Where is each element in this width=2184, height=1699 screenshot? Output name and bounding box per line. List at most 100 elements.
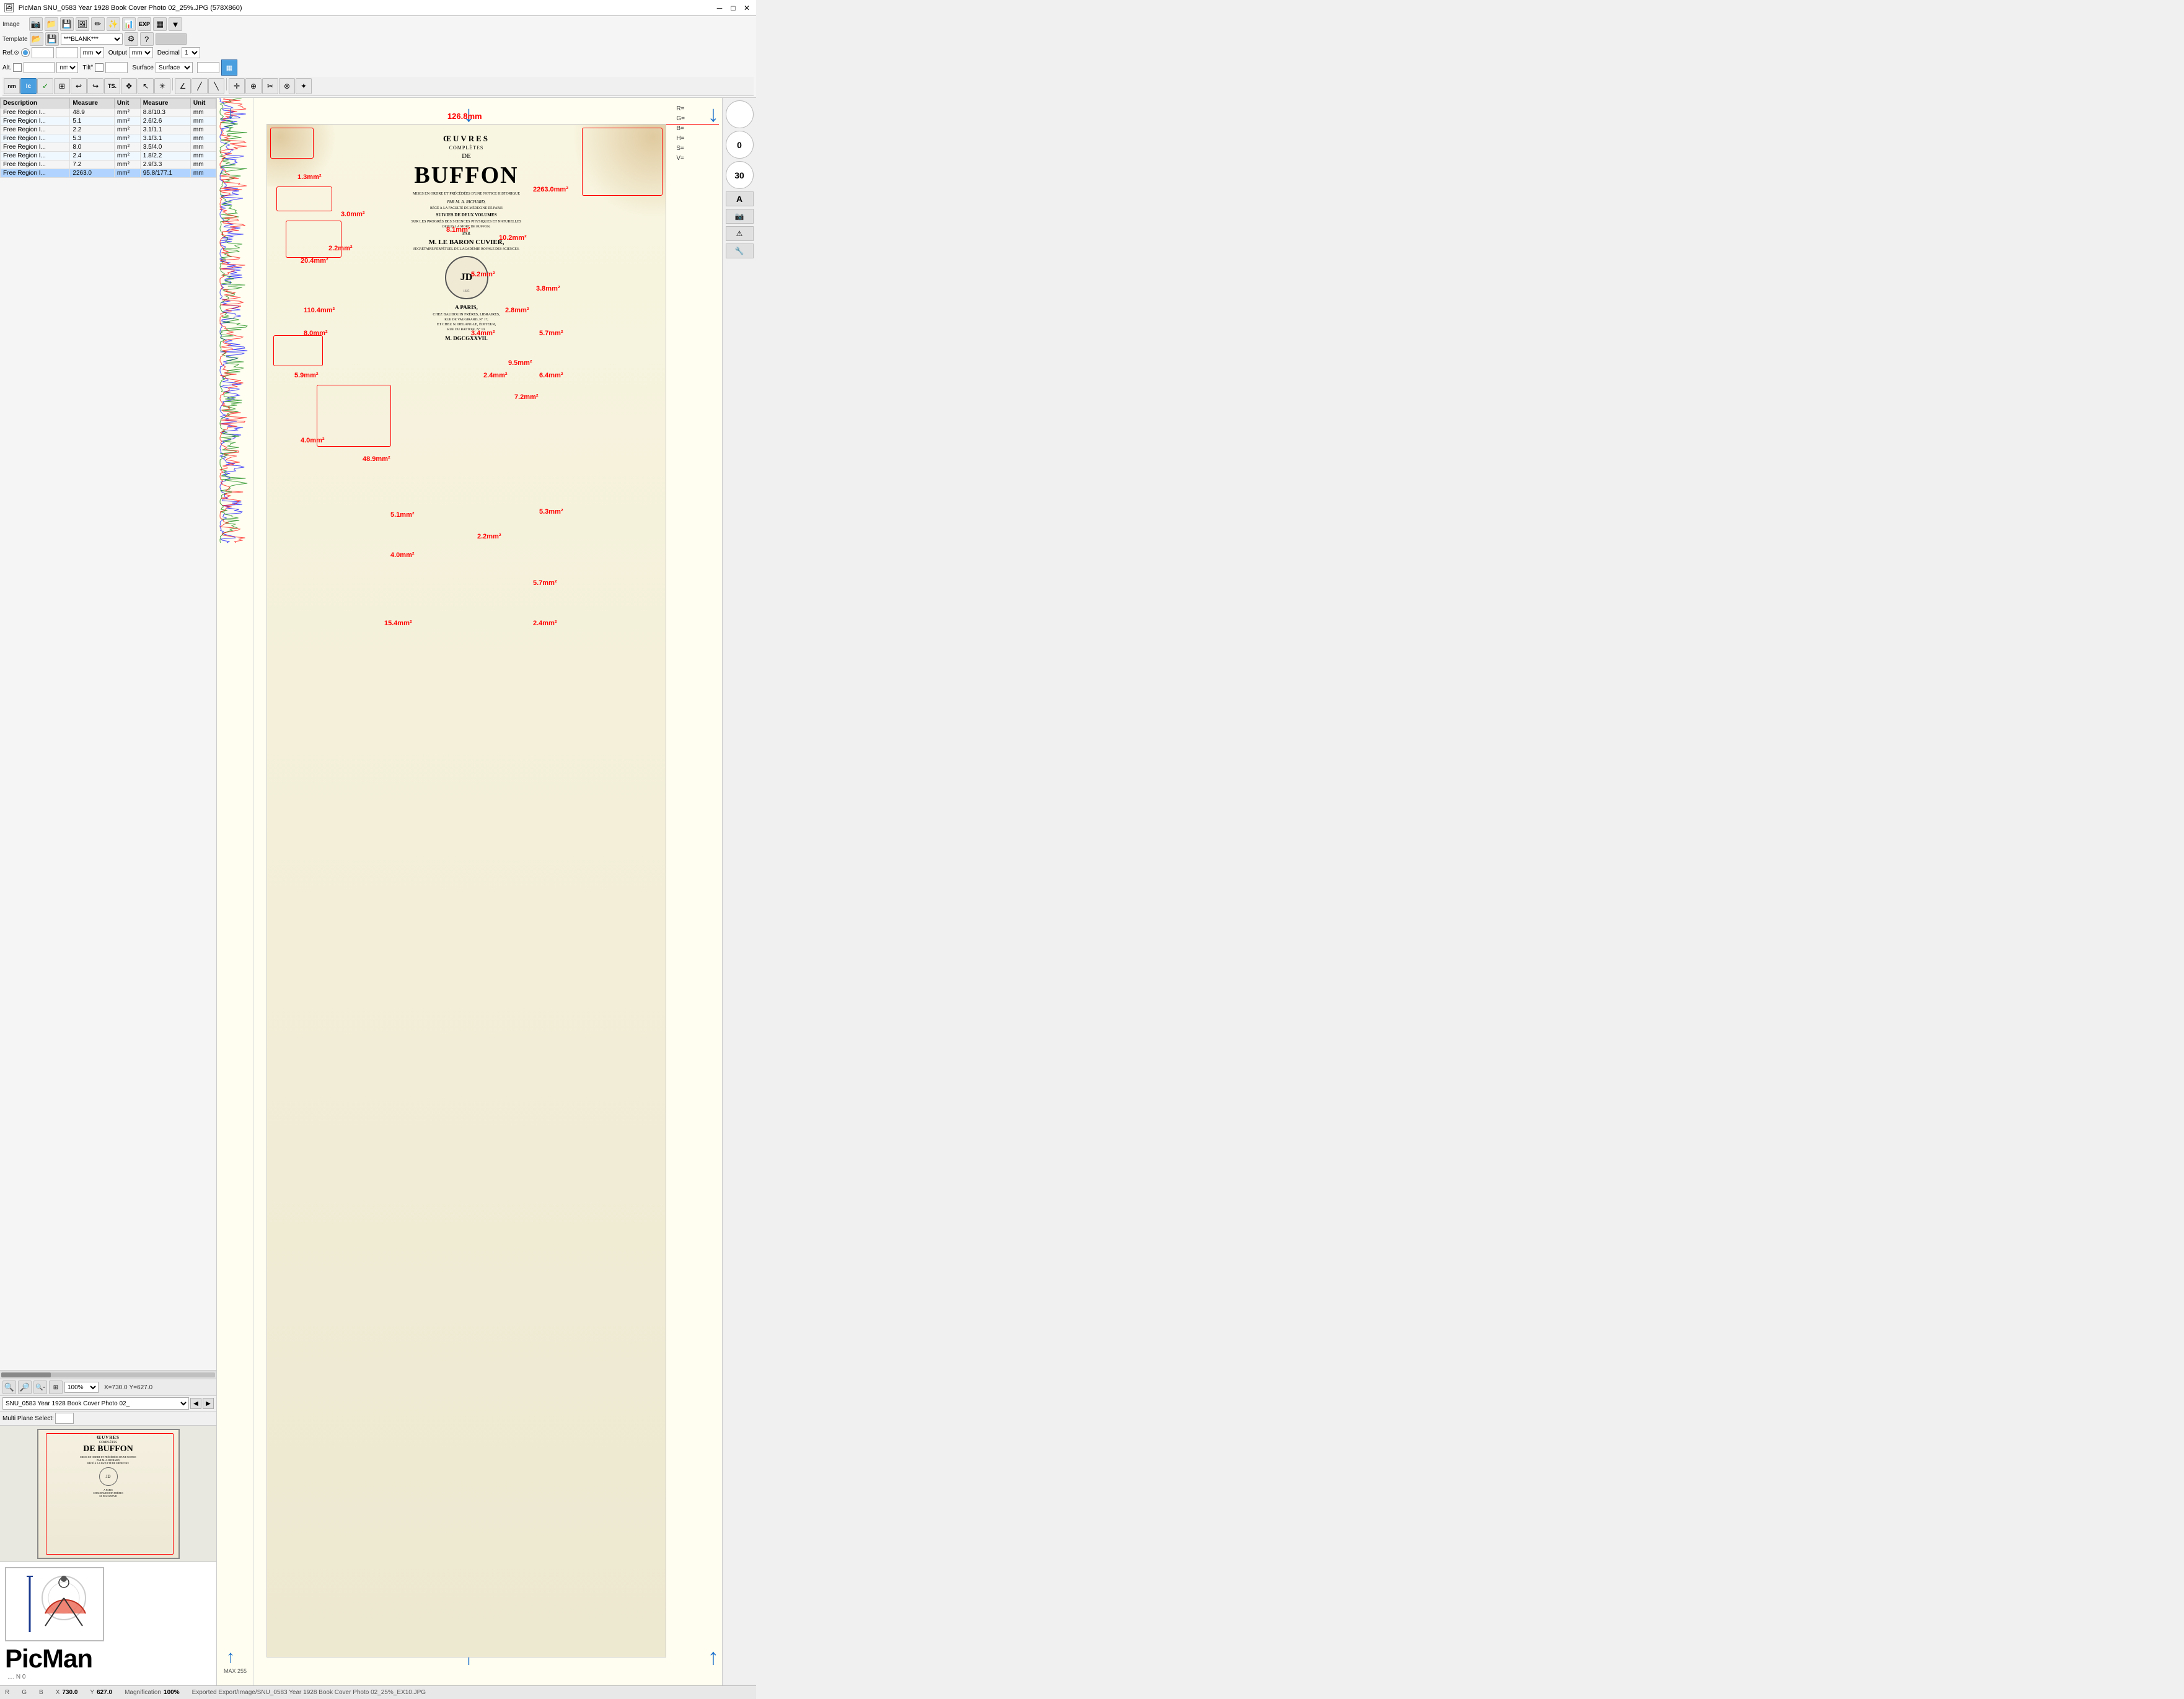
icon-btn-tool[interactable]: 🔧 — [726, 244, 754, 258]
region-measure-label: 10.2mm² — [499, 234, 527, 242]
icon-btn-warning[interactable]: ⚠ — [726, 226, 754, 241]
region-measure-label: 7.2mm² — [514, 393, 539, 401]
folder-icon[interactable]: 📁 — [45, 17, 58, 31]
exp-icon[interactable]: EXP — [138, 17, 151, 31]
next-file-button[interactable]: ▶ — [203, 1398, 214, 1409]
surface-select[interactable]: Surface — [156, 62, 193, 73]
cross-tool[interactable]: ✛ — [229, 78, 245, 94]
undo-tool[interactable]: ↩ — [71, 78, 87, 94]
file-select[interactable]: SNU_0583 Year 1928 Book Cover Photo 02_ — [2, 1397, 189, 1410]
table-row[interactable]: Free Region I... 8.0 mm² 3.5/4.0 mm — [1, 143, 216, 152]
line2-tool[interactable]: ╲ — [208, 78, 224, 94]
cell-desc: Free Region I... — [1, 160, 70, 169]
ref-value1-input[interactable]: 182 — [32, 47, 54, 58]
region-measure-label: 1.3mm² — [297, 173, 322, 181]
table-row[interactable]: Free Region I... 2.2 mm² 3.1/1.1 mm — [1, 126, 216, 134]
thumbnail-image[interactable]: ŒUVRES COMPLÈTES DE BUFFON MISES EN ORDR… — [37, 1429, 180, 1559]
g-label: G — [22, 1689, 27, 1696]
star-tool[interactable]: ✳ — [154, 78, 170, 94]
text-btn-A[interactable]: A — [726, 191, 754, 206]
ref-radio[interactable] — [21, 48, 30, 57]
cursor-tool[interactable]: ↖ — [138, 78, 154, 94]
table-row[interactable]: Free Region I... 2.4 mm² 1.8/2.2 mm — [1, 152, 216, 160]
table-row[interactable]: Free Region I... 2263.0 mm² 95.8/177.1 m… — [1, 169, 216, 178]
arrow-top-right: ↓ — [708, 101, 719, 127]
alt-unit-select[interactable]: nm — [56, 62, 78, 73]
move-tool[interactable]: ✥ — [121, 78, 137, 94]
maximize-button[interactable]: □ — [728, 2, 739, 14]
brightness-input[interactable]: 255 — [197, 62, 219, 73]
scissors-tool[interactable]: ✂ — [262, 78, 278, 94]
cell-desc: Free Region I... — [1, 126, 70, 134]
check-tool[interactable]: ✓ — [37, 78, 53, 94]
coord-y: Y=627.0 — [130, 1384, 153, 1391]
help-icon[interactable]: ? — [140, 32, 154, 46]
sparkle-tool[interactable]: ✦ — [296, 78, 312, 94]
status-b: B — [39, 1689, 43, 1696]
zoom-fit-icon[interactable]: ⊞ — [49, 1381, 63, 1394]
ts-tool[interactable]: TS. — [104, 78, 120, 94]
close-button[interactable]: ✕ — [741, 2, 752, 14]
template-select[interactable]: ***BLANK*** — [61, 33, 123, 45]
table-scrollbar[interactable] — [0, 1370, 216, 1379]
file-selector-row: SNU_0583 Year 1928 Book Cover Photo 02_ … — [0, 1396, 216, 1411]
transform-tool[interactable]: ⊕ — [245, 78, 262, 94]
zoom-out-icon[interactable]: 🔍- — [33, 1381, 47, 1394]
zoom-icon[interactable]: 🔍 — [2, 1381, 16, 1394]
prev-file-button[interactable]: ◀ — [190, 1398, 201, 1409]
edit-icon[interactable]: ✏ — [91, 17, 105, 31]
r-label: R — [5, 1689, 9, 1696]
toolbar-row-4: Alt. nm Tilt° 0.0 Surface Surface 255 ▦ — [2, 59, 754, 76]
nm-tool[interactable]: nm — [4, 78, 20, 94]
cell-unit1: mm² — [114, 160, 140, 169]
active-tool-btn[interactable]: ▦ — [221, 59, 237, 76]
cell-measure2: 2.9/3.3 — [140, 160, 190, 169]
redo-tool[interactable]: ↪ — [87, 78, 103, 94]
table-row[interactable]: Free Region I... 7.2 mm² 2.9/3.3 mm — [1, 160, 216, 169]
template-load-icon[interactable]: 📂 — [30, 32, 43, 46]
zoom-select[interactable]: 100% — [64, 1382, 99, 1393]
thumb-region-outline — [46, 1433, 174, 1555]
magic-icon[interactable]: ✨ — [107, 17, 120, 31]
camera-icon[interactable]: 📷 — [29, 17, 43, 31]
cell-measure1: 2.2 — [70, 126, 115, 134]
icon-btn-camera[interactable]: 📷 — [726, 209, 754, 224]
measure-tool[interactable]: Ic — [20, 78, 37, 94]
ref-value2-input[interactable]: 40 — [56, 47, 78, 58]
down-arrow-icon[interactable]: ▼ — [169, 17, 182, 31]
data-table-container[interactable]: Description Measure Unit Measure Unit Fr… — [0, 98, 216, 1370]
table-row[interactable]: Free Region I... 5.1 mm² 2.6/2.6 mm — [1, 117, 216, 126]
logo-text-area: PicMan — [5, 1644, 92, 1674]
ruler-zero: 0 — [726, 131, 754, 159]
decimal-select[interactable]: 1 — [182, 47, 200, 58]
scrollbar-track — [1, 1372, 215, 1377]
region-measure-label: 5.1mm² — [390, 511, 415, 519]
minimize-button[interactable]: ─ — [714, 2, 725, 14]
split-tool[interactable]: ⊞ — [54, 78, 70, 94]
zoom-in-icon[interactable]: 🔎 — [18, 1381, 32, 1394]
table-row[interactable]: Free Region I... 48.9 mm² 8.8/10.3 mm — [1, 108, 216, 117]
alt-checkbox[interactable] — [13, 63, 22, 72]
gear-icon[interactable]: ⚙ — [125, 32, 138, 46]
chart-icon[interactable]: 📊 — [122, 17, 136, 31]
tilt-checkbox[interactable] — [95, 63, 103, 72]
alt-input[interactable] — [24, 62, 55, 73]
angle-tool[interactable]: ∠ — [175, 78, 191, 94]
photo-icon[interactable]: 🖼 — [76, 17, 89, 31]
book-area[interactable]: ↓ ↓ ↑ ↑ 126.8mm 188.1mm — [254, 98, 722, 1685]
template-save-icon[interactable]: 💾 — [45, 32, 59, 46]
line-tool[interactable]: ╱ — [192, 78, 208, 94]
grid-icon[interactable]: ▦ — [153, 17, 167, 31]
tilt-input[interactable]: 0.0 — [105, 62, 128, 73]
col-unit2: Unit — [190, 99, 216, 108]
erase-tool[interactable]: ⊗ — [279, 78, 295, 94]
ref-unit-select[interactable]: mm — [80, 47, 104, 58]
output-unit-select[interactable]: mm — [129, 47, 153, 58]
multi-plane-input[interactable]: 1 — [55, 1413, 74, 1424]
separator1 — [172, 78, 173, 90]
table-row[interactable]: Free Region I... 5.3 mm² 3.1/3.1 mm — [1, 134, 216, 143]
status-r: R — [5, 1689, 9, 1696]
cell-measure1: 2263.0 — [70, 169, 115, 178]
save-icon[interactable]: 💾 — [60, 17, 74, 31]
measurements-table: Description Measure Unit Measure Unit Fr… — [0, 98, 216, 178]
